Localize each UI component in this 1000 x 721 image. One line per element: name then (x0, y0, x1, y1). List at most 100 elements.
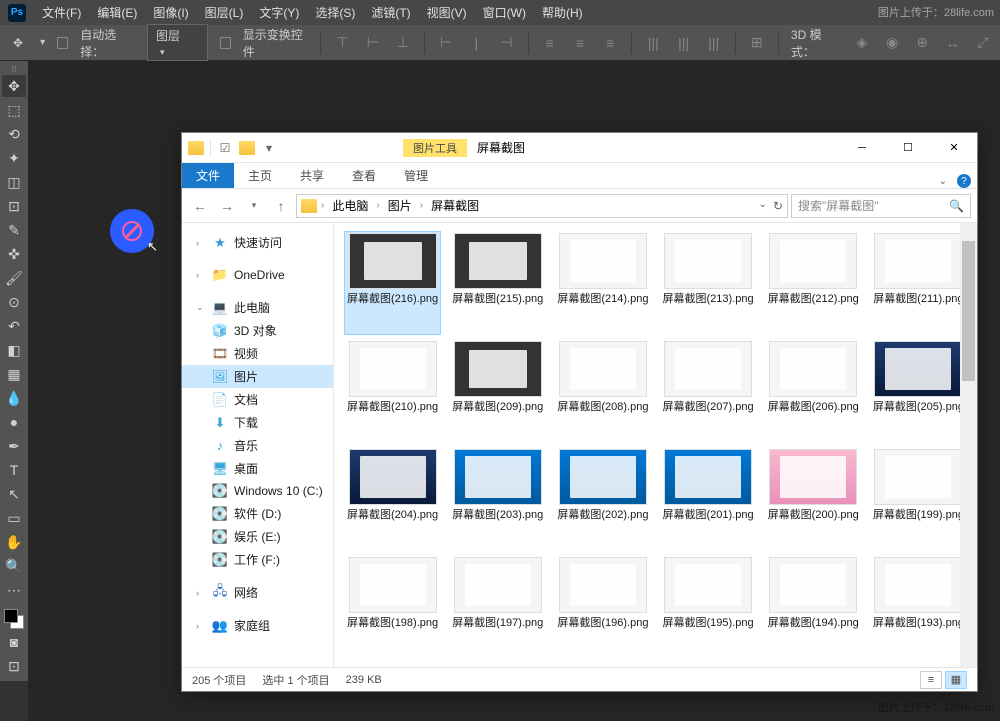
3d-scale-icon[interactable]: ⤢ (974, 33, 992, 53)
nav-forward-button[interactable]: → (215, 194, 239, 218)
sidebar-drive-e[interactable]: 💽娱乐 (E:) (182, 525, 333, 548)
sidebar-music[interactable]: ♪音乐 (182, 434, 333, 457)
sidebar-quick-access[interactable]: ›★快速访问 (182, 231, 333, 254)
move-tool-icon[interactable]: ✥ (8, 32, 28, 54)
brush-tool[interactable]: 🖌 (2, 267, 26, 289)
lasso-tool[interactable]: ⟲ (2, 123, 26, 145)
tab-home[interactable]: 主页 (234, 163, 286, 188)
align-hcenter-icon[interactable]: | (467, 33, 485, 53)
file-item[interactable]: 屏幕截图(211).png (870, 231, 967, 335)
file-item[interactable]: 屏幕截图(209).png (449, 339, 546, 443)
breadcrumb-thispc[interactable]: 此电脑 (328, 197, 372, 214)
gradient-tool[interactable]: ▦ (2, 363, 26, 385)
view-thumbnails-button[interactable]: ▦ (945, 671, 967, 689)
align-top-icon[interactable]: ⊤ (333, 33, 351, 53)
help-icon[interactable]: ? (957, 174, 971, 188)
close-button[interactable]: ✕ (931, 133, 977, 163)
distribute-h3-icon[interactable]: ||| (705, 33, 723, 53)
show-transform-checkbox[interactable] (220, 37, 231, 49)
distribute-v-icon[interactable]: ≡ (541, 33, 559, 53)
sidebar-network[interactable]: ›🖧网络 (182, 581, 333, 604)
context-tab[interactable]: 图片工具 (403, 139, 467, 157)
distribute-v2-icon[interactable]: ≡ (571, 33, 589, 53)
3d-slide-icon[interactable]: ↔ (943, 33, 961, 53)
sidebar-documents[interactable]: 📄文档 (182, 388, 333, 411)
menu-layer[interactable]: 图层(L) (205, 4, 244, 21)
view-details-button[interactable]: ≡ (920, 671, 942, 689)
color-swatches[interactable] (4, 609, 24, 629)
menu-select[interactable]: 选择(S) (315, 4, 355, 21)
address-bar[interactable]: › 此电脑 › 图片 › 屏幕截图 ⌄ ↻ (296, 194, 788, 218)
tab-file[interactable]: 文件 (182, 163, 234, 188)
minimize-button[interactable]: ─ (839, 133, 885, 163)
file-item[interactable]: 屏幕截图(208).png (554, 339, 651, 443)
auto-align-icon[interactable]: ⊞ (748, 33, 766, 53)
sidebar-thispc[interactable]: ⌄💻此电脑 (182, 296, 333, 319)
clone-stamp-tool[interactable]: ⊙ (2, 291, 26, 313)
quick-select-tool[interactable]: ✦ (2, 147, 26, 169)
distribute-h-icon[interactable]: ||| (644, 33, 662, 53)
distribute-v3-icon[interactable]: ≡ (601, 33, 619, 53)
file-item[interactable]: 屏幕截图(201).png (659, 447, 756, 551)
eraser-tool[interactable]: ◧ (2, 339, 26, 361)
menu-edit[interactable]: 编辑(E) (97, 4, 137, 21)
fg-color-swatch[interactable] (4, 609, 18, 623)
chevron-right-icon[interactable]: › (319, 200, 326, 211)
zoom-tool[interactable]: 🔍 (2, 555, 26, 577)
history-brush-tool[interactable]: ↶ (2, 315, 26, 337)
file-item[interactable]: 屏幕截图(206).png (765, 339, 862, 443)
align-vcenter-icon[interactable]: ⊢ (364, 33, 382, 53)
3d-roll-icon[interactable]: ◉ (883, 33, 901, 53)
distribute-h2-icon[interactable]: ||| (674, 33, 692, 53)
nav-up-button[interactable]: ↑ (269, 194, 293, 218)
qat-newfolder-icon[interactable] (239, 141, 255, 155)
file-item[interactable]: 屏幕截图(203).png (449, 447, 546, 551)
screen-mode-tool[interactable]: ⊡ (2, 655, 26, 677)
file-item[interactable]: 屏幕截图(215).png (449, 231, 546, 335)
shape-tool[interactable]: ▭ (2, 507, 26, 529)
refresh-icon[interactable]: ↻ (773, 199, 783, 213)
blur-tool[interactable]: 💧 (2, 387, 26, 409)
menu-window[interactable]: 窗口(W) (483, 4, 526, 21)
sidebar-onedrive[interactable]: ›📁OneDrive (182, 264, 333, 286)
menu-image[interactable]: 图像(I) (153, 4, 188, 21)
align-left-icon[interactable]: ⊢ (437, 33, 455, 53)
address-dropdown-icon[interactable]: ⌄ (759, 199, 767, 213)
menu-file[interactable]: 文件(F) (42, 4, 81, 21)
chevron-right-icon[interactable]: › (418, 200, 425, 211)
marquee-tool[interactable]: ⬚ (2, 99, 26, 121)
chevron-right-icon[interactable]: › (374, 200, 381, 211)
file-item[interactable]: 屏幕截图(200).png (765, 447, 862, 551)
file-item[interactable]: 屏幕截图(197).png (449, 555, 546, 659)
type-tool[interactable]: T (2, 459, 26, 481)
file-item[interactable]: 屏幕截图(207).png (659, 339, 756, 443)
eyedropper-tool[interactable]: ✎ (2, 219, 26, 241)
move-tool[interactable]: ✥ (2, 75, 26, 97)
scrollbar-thumb[interactable] (962, 241, 975, 381)
spot-heal-tool[interactable]: ✜ (2, 243, 26, 265)
ribbon-expand-icon[interactable]: ⌄ (939, 176, 947, 187)
file-item[interactable]: 屏幕截图(198).png (344, 555, 441, 659)
sidebar-pictures[interactable]: 🖼图片 (182, 365, 333, 388)
file-item[interactable]: 屏幕截图(216).png (344, 231, 441, 335)
sidebar-drive-f[interactable]: 💽工作 (F:) (182, 548, 333, 571)
pen-tool[interactable]: ✒ (2, 435, 26, 457)
sidebar-downloads[interactable]: ⬇下载 (182, 411, 333, 434)
file-item[interactable]: 屏幕截图(205).png (870, 339, 967, 443)
file-item[interactable]: 屏幕截图(213).png (659, 231, 756, 335)
file-item[interactable]: 屏幕截图(194).png (765, 555, 862, 659)
sidebar-desktop[interactable]: 🖥桌面 (182, 457, 333, 480)
crop-tool[interactable]: ◫ (2, 171, 26, 193)
3d-pan-icon[interactable]: ⊕ (913, 33, 931, 53)
hand-tool[interactable]: ✋ (2, 531, 26, 553)
file-item[interactable]: 屏幕截图(199).png (870, 447, 967, 551)
align-bottom-icon[interactable]: ⊥ (394, 33, 412, 53)
3d-orbit-icon[interactable]: ◈ (853, 33, 871, 53)
file-item[interactable]: 屏幕截图(214).png (554, 231, 651, 335)
menu-type[interactable]: 文字(Y) (259, 4, 299, 21)
file-item[interactable]: 屏幕截图(210).png (344, 339, 441, 443)
breadcrumb-pictures[interactable]: 图片 (384, 197, 416, 214)
explorer-titlebar[interactable]: ☑ ▾ 图片工具 屏幕截图 ─ ☐ ✕ (182, 133, 977, 163)
scrollbar[interactable] (960, 223, 977, 667)
tab-share[interactable]: 共享 (286, 163, 338, 188)
